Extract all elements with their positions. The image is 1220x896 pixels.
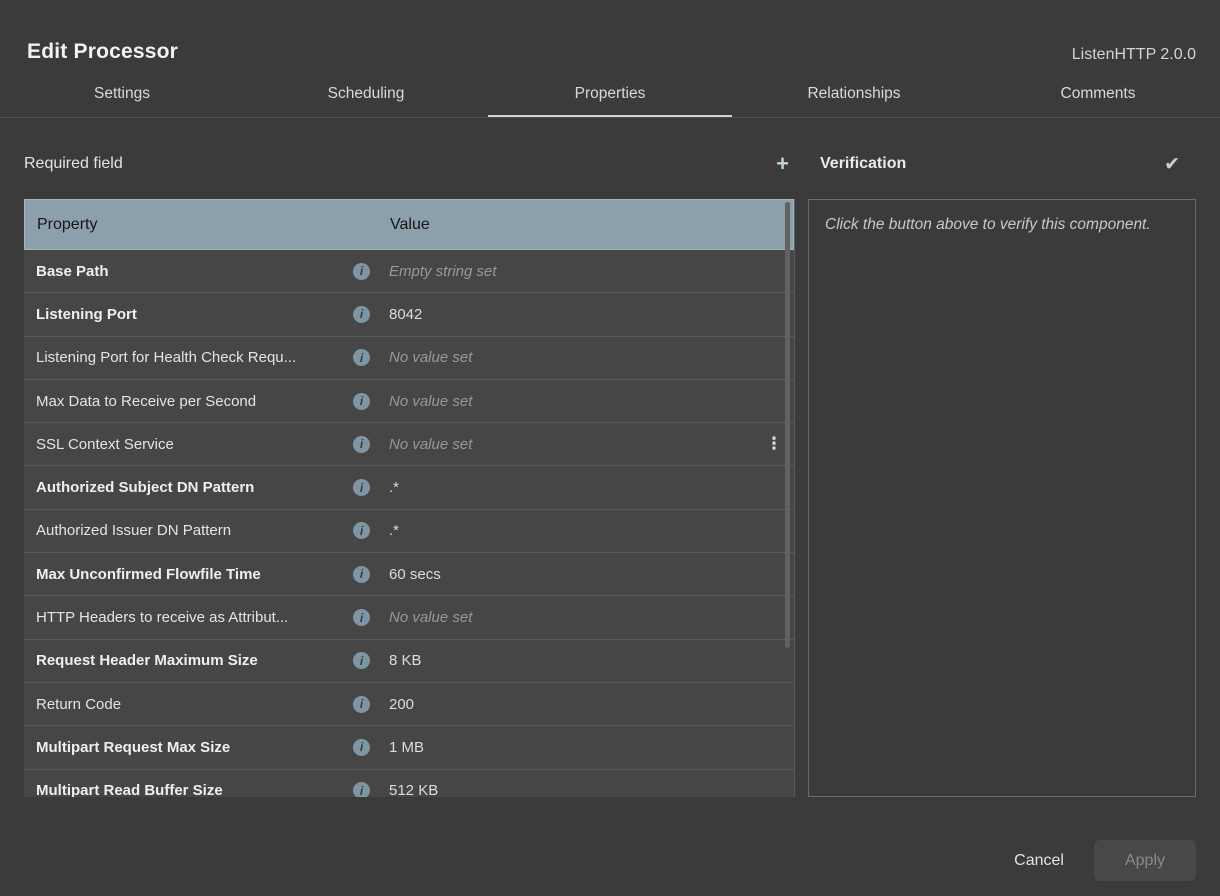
property-value[interactable]: .* xyxy=(389,479,754,496)
info-icon[interactable]: i xyxy=(353,782,370,797)
property-name: Return Code xyxy=(36,696,353,713)
tab-scheduling[interactable]: Scheduling xyxy=(244,75,488,117)
plus-icon: + xyxy=(776,151,789,176)
table-row[interactable]: Max Data to Receive per Secondi No value … xyxy=(24,380,794,423)
table-row[interactable]: Return Codei 200 xyxy=(24,683,794,726)
table-row[interactable]: HTTP Headers to receive as Attribut...i N… xyxy=(24,596,794,639)
property-value[interactable]: 1 MB xyxy=(389,739,754,756)
info-icon[interactable]: i xyxy=(353,479,370,496)
table-row[interactable]: Authorized Subject DN Patterni .* xyxy=(24,466,794,509)
dialog-header: Edit Processor ListenHTTP 2.0.0 xyxy=(0,0,1220,64)
apply-button[interactable]: Apply xyxy=(1094,840,1196,881)
tab-bar: SettingsSchedulingPropertiesRelationship… xyxy=(0,75,1220,118)
dialog-footer: Cancel Apply xyxy=(996,840,1196,881)
info-icon[interactable]: i xyxy=(353,566,370,583)
table-row[interactable]: Base Pathi Empty string set xyxy=(24,250,794,293)
verify-button[interactable]: ✔ xyxy=(1158,153,1186,176)
property-name: Request Header Maximum Size xyxy=(36,652,353,669)
kebab-menu-icon[interactable]: ⋮ xyxy=(766,436,783,453)
info-icon[interactable]: i xyxy=(353,522,370,539)
property-value[interactable]: 512 KB xyxy=(389,782,754,797)
tab-comments[interactable]: Comments xyxy=(976,75,1220,117)
table-row[interactable]: Listening Port for Health Check Requ...i… xyxy=(24,337,794,380)
property-value[interactable]: 60 secs xyxy=(389,566,754,583)
property-name: Max Data to Receive per Second xyxy=(36,393,353,410)
table-row[interactable]: Request Header Maximum Sizei 8 KB xyxy=(24,640,794,683)
property-value[interactable]: No value set xyxy=(389,393,754,410)
properties-column: Required field + Property Value Base Pat… xyxy=(24,148,795,797)
info-icon[interactable]: i xyxy=(353,696,370,713)
properties-scrollbar[interactable] xyxy=(785,202,790,648)
info-icon[interactable]: i xyxy=(353,306,370,323)
property-name: Multipart Read Buffer Size xyxy=(36,782,353,797)
property-value[interactable]: Empty string set xyxy=(389,263,754,280)
verification-panel: Click the button above to verify this co… xyxy=(808,199,1196,797)
verification-column: Verification ✔ Click the button above to… xyxy=(808,148,1196,797)
required-field-label: Required field xyxy=(24,155,123,173)
properties-table-body: Base PathiEmpty string setListening Port… xyxy=(24,250,794,797)
info-icon[interactable]: i xyxy=(353,609,370,626)
info-icon[interactable]: i xyxy=(353,652,370,669)
checkmark-icon: ✔ xyxy=(1164,154,1180,175)
info-icon[interactable]: i xyxy=(353,349,370,366)
property-value[interactable]: 8042 xyxy=(389,306,754,323)
property-name: Max Unconfirmed Flowfile Time xyxy=(36,566,353,583)
tab-settings[interactable]: Settings xyxy=(0,75,244,117)
info-icon[interactable]: i xyxy=(353,739,370,756)
property-name: SSL Context Service xyxy=(36,436,353,453)
property-name: Multipart Request Max Size xyxy=(36,739,353,756)
table-row[interactable]: Max Unconfirmed Flowfile Timei 60 secs xyxy=(24,553,794,596)
info-icon[interactable]: i xyxy=(353,263,370,280)
table-row[interactable]: Listening Porti 8042 xyxy=(24,293,794,336)
property-value[interactable]: 8 KB xyxy=(389,652,754,669)
table-row[interactable]: Multipart Request Max Sizei 1 MB xyxy=(24,726,794,769)
property-value[interactable]: No value set xyxy=(389,436,754,453)
processor-type-version: ListenHTTP 2.0.0 xyxy=(1072,46,1196,64)
properties-table: Property Value Base PathiEmpty string se… xyxy=(24,199,795,797)
property-value[interactable]: No value set xyxy=(389,609,754,626)
edit-processor-dialog: Edit Processor ListenHTTP 2.0.0 Settings… xyxy=(0,0,1220,896)
table-row[interactable]: Authorized Issuer DN Patterni .* xyxy=(24,510,794,553)
property-name: HTTP Headers to receive as Attribut... xyxy=(36,609,353,626)
property-value[interactable]: No value set xyxy=(389,349,754,366)
verification-message: Click the button above to verify this co… xyxy=(825,213,1179,237)
dialog-title: Edit Processor xyxy=(27,40,178,64)
add-property-button[interactable]: + xyxy=(770,151,795,177)
info-icon[interactable]: i xyxy=(353,393,370,410)
tab-relationships[interactable]: Relationships xyxy=(732,75,976,117)
properties-table-header: Property Value xyxy=(24,199,794,250)
column-header-property: Property xyxy=(37,216,354,234)
property-value[interactable]: .* xyxy=(389,522,754,539)
column-header-value: Value xyxy=(390,216,753,234)
cancel-button[interactable]: Cancel xyxy=(996,840,1082,881)
tab-properties[interactable]: Properties xyxy=(488,75,732,117)
property-name: Base Path xyxy=(36,263,353,280)
property-name: Listening Port for Health Check Requ... xyxy=(36,349,353,366)
properties-section-head: Required field + xyxy=(24,148,795,180)
property-name: Listening Port xyxy=(36,306,353,323)
verification-section-head: Verification ✔ xyxy=(808,148,1196,180)
table-row[interactable]: SSL Context Servicei No value set ⋮ xyxy=(24,423,794,466)
verification-label: Verification xyxy=(820,155,906,173)
property-name: Authorized Issuer DN Pattern xyxy=(36,522,353,539)
property-value[interactable]: 200 xyxy=(389,696,754,713)
info-icon[interactable]: i xyxy=(353,436,370,453)
table-row[interactable]: Multipart Read Buffer Sizei 512 KB xyxy=(24,770,794,797)
property-name: Authorized Subject DN Pattern xyxy=(36,479,353,496)
